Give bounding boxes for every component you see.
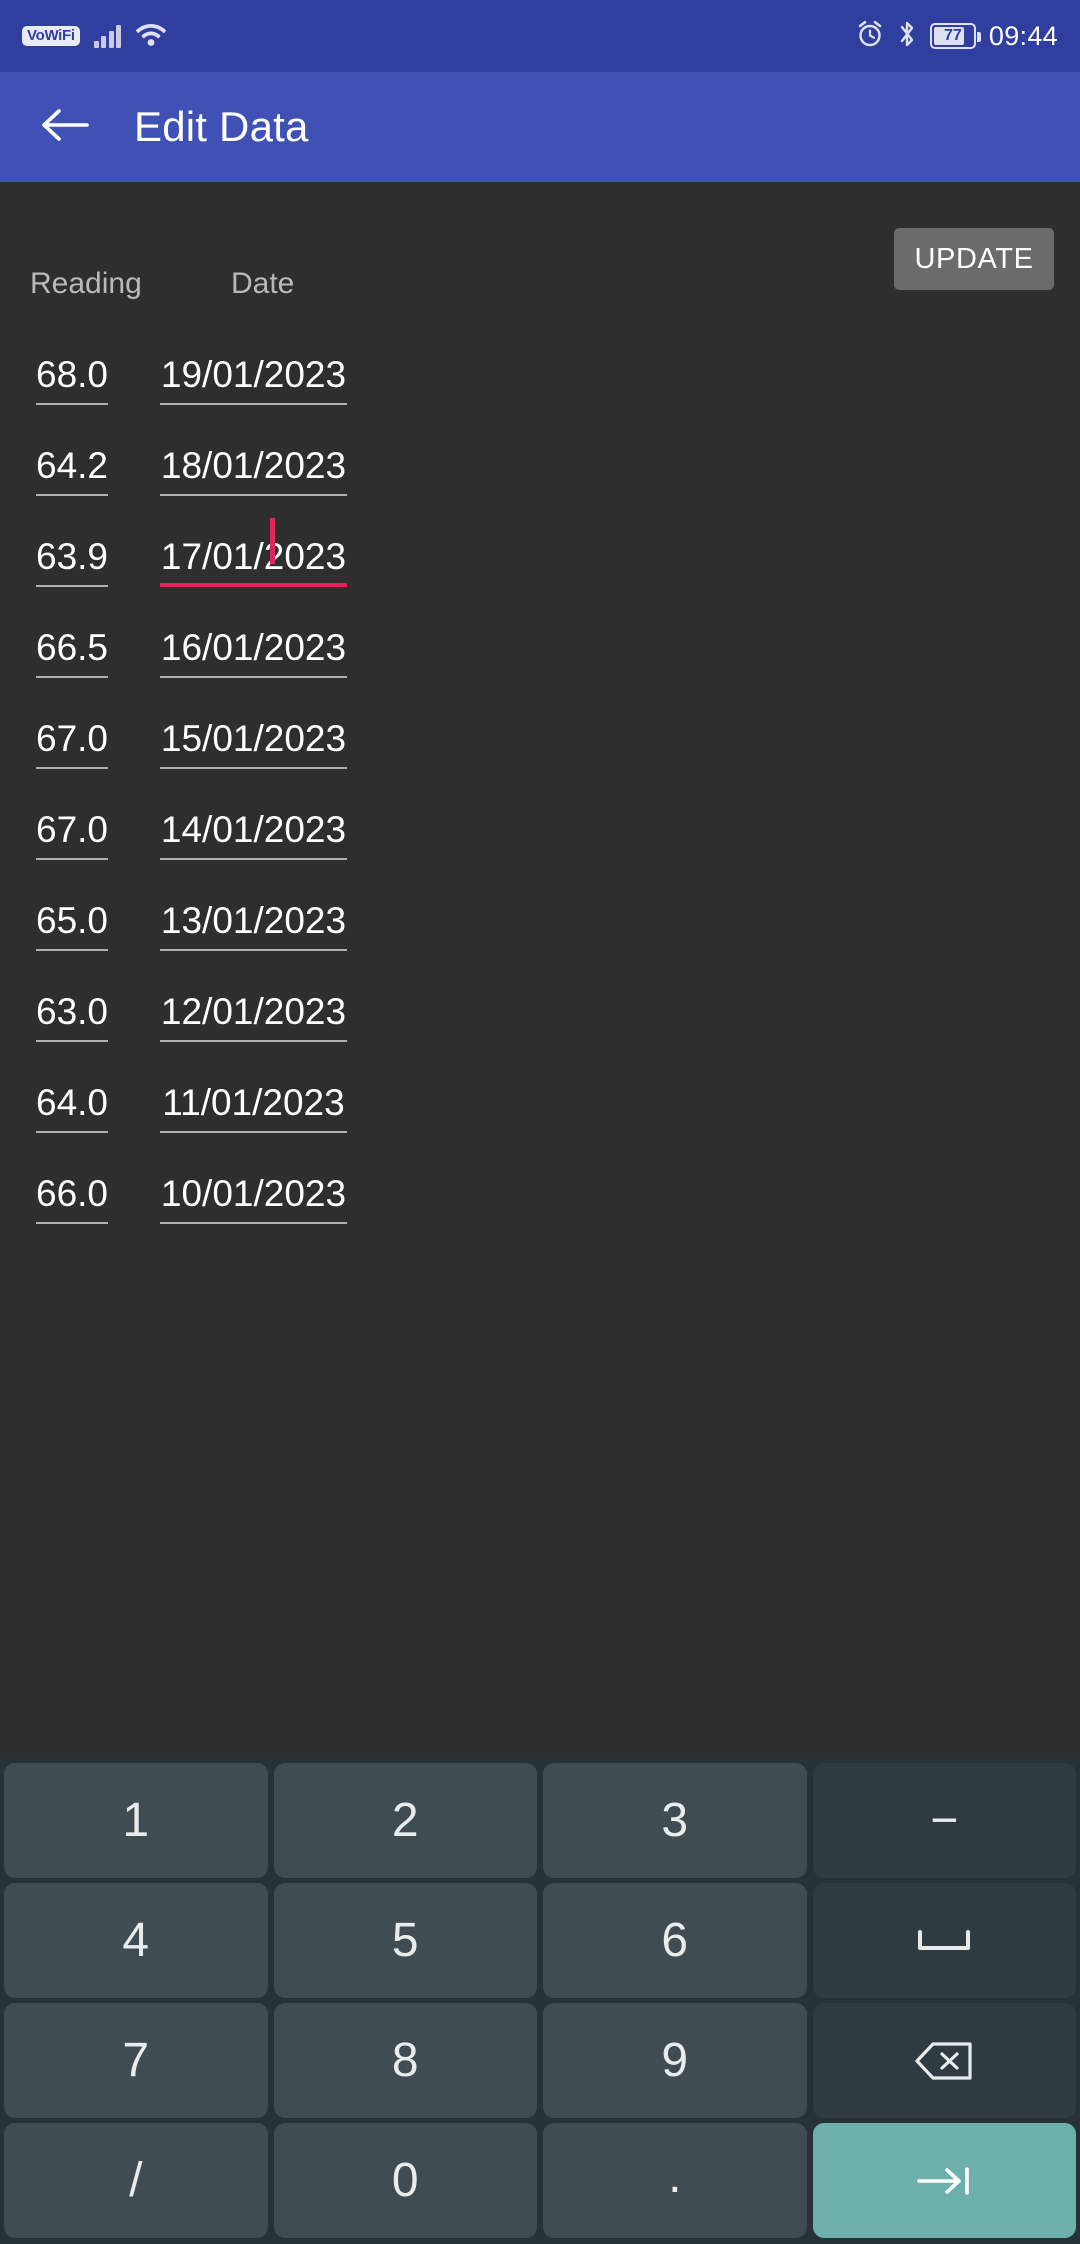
table-row: 63.0 12/01/2023 <box>0 971 1080 1062</box>
text-cursor <box>270 518 275 564</box>
key-0[interactable]: 0 <box>273 2123 537 2238</box>
status-bar-clock: 09:44 <box>988 20 1058 51</box>
key-9[interactable]: 9 <box>543 2003 807 2118</box>
key-space[interactable] <box>812 1883 1076 1998</box>
key-label: − <box>930 1794 959 1847</box>
data-rows-list: 68.0 19/01/2023 64.2 18/01/2023 63.9 17/01/20… <box>0 334 1080 1244</box>
key-3[interactable]: 3 <box>543 1763 807 1878</box>
key-7[interactable]: 7 <box>4 2003 268 2118</box>
cellular-signal-icon <box>93 24 122 48</box>
key-label: 2 <box>391 1794 419 1847</box>
key-label: 8 <box>391 2034 419 2087</box>
status-bar-left: VoWiFi <box>22 21 167 52</box>
page-title: Edit Data <box>134 103 309 150</box>
column-header-reading: Reading <box>30 267 142 300</box>
backspace-icon <box>913 2039 975 2083</box>
key-label: 9 <box>661 2034 689 2087</box>
date-input[interactable]: 10/01/2023 <box>160 1172 347 1224</box>
keyboard-row: 7 8 9 <box>4 2003 1076 2118</box>
key-label: 4 <box>122 1914 150 1967</box>
date-input[interactable]: 17/01/2023 <box>160 535 347 587</box>
key-next[interactable] <box>812 2123 1076 2238</box>
reading-input[interactable]: 63.9 <box>36 535 108 587</box>
date-input[interactable]: 18/01/2023 <box>160 444 347 496</box>
date-input[interactable]: 11/01/2023 <box>160 1081 347 1133</box>
key-label: / <box>129 2154 143 2207</box>
reading-input[interactable]: 66.0 <box>36 1172 108 1224</box>
key-5[interactable]: 5 <box>273 1883 537 1998</box>
reading-input[interactable]: 66.5 <box>36 626 108 678</box>
key-label: . <box>668 2150 682 2203</box>
bluetooth-icon <box>897 19 917 54</box>
vowifi-badge-icon: VoWiFi <box>22 26 80 46</box>
key-slash[interactable]: / <box>4 2123 268 2238</box>
key-6[interactable]: 6 <box>543 1883 807 1998</box>
key-label: 0 <box>391 2154 419 2207</box>
date-input[interactable]: 13/01/2023 <box>160 899 347 951</box>
table-row: 66.0 10/01/2023 <box>0 1153 1080 1244</box>
date-input[interactable]: 15/01/2023 <box>160 717 347 769</box>
key-period[interactable]: . <box>543 2123 807 2238</box>
space-bar-icon <box>916 1928 972 1954</box>
key-1[interactable]: 1 <box>4 1763 268 1878</box>
table-row: 66.5 16/01/2023 <box>0 607 1080 698</box>
key-label: 5 <box>391 1914 419 1967</box>
key-label: 6 <box>661 1914 689 1967</box>
table-row: 63.9 17/01/2023 <box>0 516 1080 607</box>
reading-input[interactable]: 63.0 <box>36 990 108 1042</box>
reading-input[interactable]: 64.2 <box>36 444 108 496</box>
status-bar: VoWiFi 77 09:44 <box>0 0 1080 72</box>
table-row: 64.2 18/01/2023 <box>0 425 1080 516</box>
date-input[interactable]: 16/01/2023 <box>160 626 347 678</box>
date-input[interactable]: 14/01/2023 <box>160 808 347 860</box>
key-label: 3 <box>661 1794 689 1847</box>
table-row: 67.0 15/01/2023 <box>0 698 1080 789</box>
date-input[interactable]: 19/01/2023 <box>160 353 347 405</box>
arrow-left-icon <box>39 106 91 149</box>
reading-input[interactable]: 64.0 <box>36 1081 108 1133</box>
status-bar-right: 77 09:44 <box>856 19 1058 54</box>
edit-data-panel: UPDATE Reading Date 68.0 19/01/2023 64.2 18… <box>0 182 1080 1758</box>
reading-input[interactable]: 65.0 <box>36 899 108 951</box>
key-label: 7 <box>122 2034 150 2087</box>
key-2[interactable]: 2 <box>273 1763 537 1878</box>
keyboard-row: / 0. <box>4 2123 1076 2238</box>
table-row: 64.0 11/01/2023 <box>0 1062 1080 1153</box>
wifi-icon <box>135 21 167 52</box>
alarm-clock-icon <box>856 20 884 53</box>
key-4[interactable]: 4 <box>4 1883 268 1998</box>
table-column-headers: Reading Date <box>0 264 1080 304</box>
table-row: 68.0 19/01/2023 <box>0 334 1080 425</box>
column-header-date: Date <box>231 267 295 300</box>
battery-percent-label: 77 <box>944 27 962 44</box>
tab-next-icon <box>915 2164 973 2198</box>
reading-input[interactable]: 67.0 <box>36 717 108 769</box>
app-screen: VoWiFi 77 09:44 Edit Data UPDATE Reading… <box>0 0 1080 2244</box>
reading-input[interactable]: 68.0 <box>36 353 108 405</box>
numeric-keyboard: 1 2 3 − 4 5 6 7 8 9 / 0. <box>0 1758 1080 2244</box>
key-backspace[interactable] <box>812 2003 1076 2118</box>
key-minus[interactable]: − <box>812 1763 1076 1878</box>
keyboard-row: 4 5 6 <box>4 1883 1076 1998</box>
table-row: 67.0 14/01/2023 <box>0 789 1080 880</box>
key-8[interactable]: 8 <box>273 2003 537 2118</box>
back-button[interactable] <box>28 90 102 164</box>
app-bar: Edit Data <box>0 72 1080 182</box>
reading-input[interactable]: 67.0 <box>36 808 108 860</box>
table-row: 65.0 13/01/2023 <box>0 880 1080 971</box>
key-label: 1 <box>122 1794 150 1847</box>
keyboard-row: 1 2 3 − <box>4 1763 1076 1878</box>
battery-icon: 77 <box>929 23 981 49</box>
date-input[interactable]: 12/01/2023 <box>160 990 347 1042</box>
